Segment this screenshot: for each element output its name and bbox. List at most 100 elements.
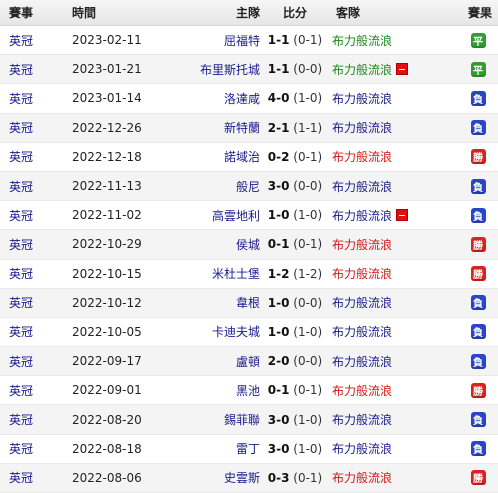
score-cell[interactable]: 1-0 (1-0) <box>260 208 330 222</box>
competition-link[interactable]: 英冠 <box>0 382 50 399</box>
score-cell[interactable]: 4-0 (1-0) <box>260 91 330 105</box>
competition-link[interactable]: 英冠 <box>0 90 50 107</box>
home-team-link[interactable]: 諾域治 <box>170 148 260 165</box>
full-time-score: 1-0 <box>267 324 290 339</box>
home-team-link[interactable]: 史雲斯 <box>170 469 260 486</box>
home-team-link[interactable]: 卡迪夫城 <box>170 323 260 340</box>
table-row[interactable]: 英冠 2022-08-20 錫菲聯 3-0 (1-0) 布力般流浪負 <box>0 405 498 435</box>
away-team-link[interactable]: 布力般流浪 <box>332 207 392 224</box>
competition-link[interactable]: 英冠 <box>0 294 50 311</box>
result-badge: 勝 <box>470 382 486 398</box>
competition-link[interactable]: 英冠 <box>0 353 50 370</box>
home-team-link[interactable]: 高雲地利 <box>170 207 260 224</box>
result-badge: 負 <box>470 207 486 223</box>
table-row[interactable]: 英冠 2023-01-14 洛達咸 4-0 (1-0) 布力般流浪負 <box>0 84 498 114</box>
score-cell[interactable]: 3-0 (1-0) <box>260 413 330 427</box>
score-cell[interactable]: 0-1 (0-1) <box>260 237 330 251</box>
competition-link[interactable]: 英冠 <box>0 178 50 195</box>
away-team-link[interactable]: 布力般流浪 <box>332 32 392 49</box>
home-team-link[interactable]: 屈福特 <box>170 32 260 49</box>
full-time-score: 0-3 <box>267 470 290 485</box>
half-time-score: (0-1) <box>293 149 323 164</box>
score-cell[interactable]: 0-3 (0-1) <box>260 471 330 485</box>
table-row[interactable]: 英冠 2022-10-29 侯城 0-1 (0-1) 布力般流浪勝 <box>0 230 498 260</box>
score-cell[interactable]: 1-0 (1-0) <box>260 325 330 339</box>
away-team-cell: 布力般流浪 <box>330 294 458 311</box>
home-team-link[interactable]: 盧頓 <box>170 353 260 370</box>
away-team-link[interactable]: 布力般流浪 <box>332 61 392 78</box>
competition-link[interactable]: 英冠 <box>0 32 50 49</box>
away-team-link[interactable]: 布力般流浪 <box>332 148 392 165</box>
result-cell: 平 <box>458 61 498 77</box>
home-team-link[interactable]: 黑池 <box>170 382 260 399</box>
score-cell[interactable]: 1-0 (0-0) <box>260 296 330 310</box>
table-row[interactable]: 英冠 2022-10-15 米杜士堡 1-2 (1-2) 布力般流浪勝 <box>0 260 498 289</box>
result-badge: 負 <box>470 353 486 369</box>
result-cell: 勝 <box>458 470 498 486</box>
score-cell[interactable]: 3-0 (1-0) <box>260 442 330 456</box>
match-date: 2022-08-06 <box>72 470 142 485</box>
competition-link[interactable]: 英冠 <box>0 119 50 136</box>
result-badge: 負 <box>470 324 486 340</box>
score-cell[interactable]: 2-1 (1-1) <box>260 121 330 135</box>
away-team-link[interactable]: 布力般流浪 <box>332 236 392 253</box>
result-badge: 負 <box>470 90 486 106</box>
away-team-link[interactable]: 布力般流浪 <box>332 440 392 457</box>
home-team-link[interactable]: 雷丁 <box>170 440 260 457</box>
half-time-score: (1-0) <box>293 324 323 339</box>
table-row[interactable]: 英冠 2022-11-13 般尼 3-0 (0-0) 布力般流浪負 <box>0 171 498 202</box>
away-team-link[interactable]: 布力般流浪 <box>332 411 392 428</box>
score-cell[interactable]: 3-0 (0-0) <box>260 179 330 193</box>
score-cell[interactable]: 2-0 (0-0) <box>260 354 330 368</box>
competition-link[interactable]: 英冠 <box>0 323 50 340</box>
match-date: 2023-02-11 <box>72 33 142 48</box>
half-time-score: (0-1) <box>293 33 323 48</box>
home-team-link[interactable]: 錫菲聯 <box>170 411 260 428</box>
home-team-link[interactable]: 布里斯托城 <box>170 61 260 78</box>
score-cell[interactable]: 0-2 (0-1) <box>260 150 330 164</box>
match-date: 2022-10-05 <box>72 324 142 339</box>
competition-link[interactable]: 英冠 <box>0 265 50 282</box>
away-team-cell: 布力般流浪 <box>330 90 458 107</box>
score-cell[interactable]: 0-1 (0-1) <box>260 383 330 397</box>
half-time-score: (1-0) <box>293 91 323 106</box>
away-team-link[interactable]: 布力般流浪 <box>332 323 392 340</box>
score-cell[interactable]: 1-2 (1-2) <box>260 267 330 281</box>
half-time-score: (1-0) <box>293 208 323 223</box>
away-team-link[interactable]: 布力般流浪 <box>332 294 392 311</box>
competition-link[interactable]: 英冠 <box>0 469 50 486</box>
table-row[interactable]: 英冠 2022-08-06 史雲斯 0-3 (0-1) 布力般流浪 勝 <box>0 463 498 493</box>
home-team-link[interactable]: 洛達咸 <box>170 90 260 107</box>
table-row[interactable]: 英冠 2022-10-12 韋根 1-0 (0-0) 布力般流浪負 <box>0 288 498 318</box>
competition-link[interactable]: 英冠 <box>0 207 50 224</box>
away-team-link[interactable]: 布力般流浪 <box>332 469 392 486</box>
table-row[interactable]: 英冠 2023-01-21 布里斯托城 1-1 (0-0) 布力般流浪平 <box>0 55 498 85</box>
away-team-link[interactable]: 布力般流浪 <box>332 265 392 282</box>
competition-link[interactable]: 英冠 <box>0 236 50 253</box>
score-cell[interactable]: 1-1 (0-1) <box>260 33 330 47</box>
away-team-link[interactable]: 布力般流浪 <box>332 119 392 136</box>
home-team-link[interactable]: 侯城 <box>170 236 260 253</box>
table-body: 英冠 2023-02-11 屈福特 1-1 (0-1) 布力般流浪平英冠 2023-01-… <box>0 26 498 493</box>
away-team-link[interactable]: 布力般流浪 <box>332 178 392 195</box>
table-row[interactable]: 英冠 2022-09-17 盧頓 2-0 (0-0) 布力般流浪負 <box>0 347 498 377</box>
away-team-link[interactable]: 布力般流浪 <box>332 90 392 107</box>
table-row[interactable]: 英冠 2022-09-01 黑池 0-1 (0-1) 布力般流浪勝 <box>0 376 498 406</box>
table-row[interactable]: 英冠 2022-12-26 新特蘭 2-1 (1-1) 布力般流浪負 <box>0 113 498 143</box>
table-row[interactable]: 英冠 2022-10-05 卡迪夫城 1-0 (1-0) 布力般流浪負 <box>0 318 498 348</box>
table-row[interactable]: 英冠 2023-02-11 屈福特 1-1 (0-1) 布力般流浪平 <box>0 26 498 56</box>
home-team-link[interactable]: 韋根 <box>170 294 260 311</box>
home-team-link[interactable]: 新特蘭 <box>170 119 260 136</box>
competition-link[interactable]: 英冠 <box>0 61 50 78</box>
competition-link[interactable]: 英冠 <box>0 148 50 165</box>
table-row[interactable]: 英冠 2022-08-18 雷丁 3-0 (1-0) 布力般流浪負 <box>0 435 498 464</box>
table-row[interactable]: 英冠 2022-11-02 高雲地利 1-0 (1-0) 布力般流浪負 <box>0 201 498 231</box>
away-team-link[interactable]: 布力般流浪 <box>332 353 392 370</box>
home-team-link[interactable]: 米杜士堡 <box>170 265 260 282</box>
score-cell[interactable]: 1-1 (0-0) <box>260 62 330 76</box>
table-row[interactable]: 英冠 2022-12-18 諾域治 0-2 (0-1) 布力般流浪勝 <box>0 143 498 172</box>
home-team-link[interactable]: 般尼 <box>170 178 260 195</box>
competition-link[interactable]: 英冠 <box>0 440 50 457</box>
away-team-link[interactable]: 布力般流浪 <box>332 382 392 399</box>
competition-link[interactable]: 英冠 <box>0 411 50 428</box>
